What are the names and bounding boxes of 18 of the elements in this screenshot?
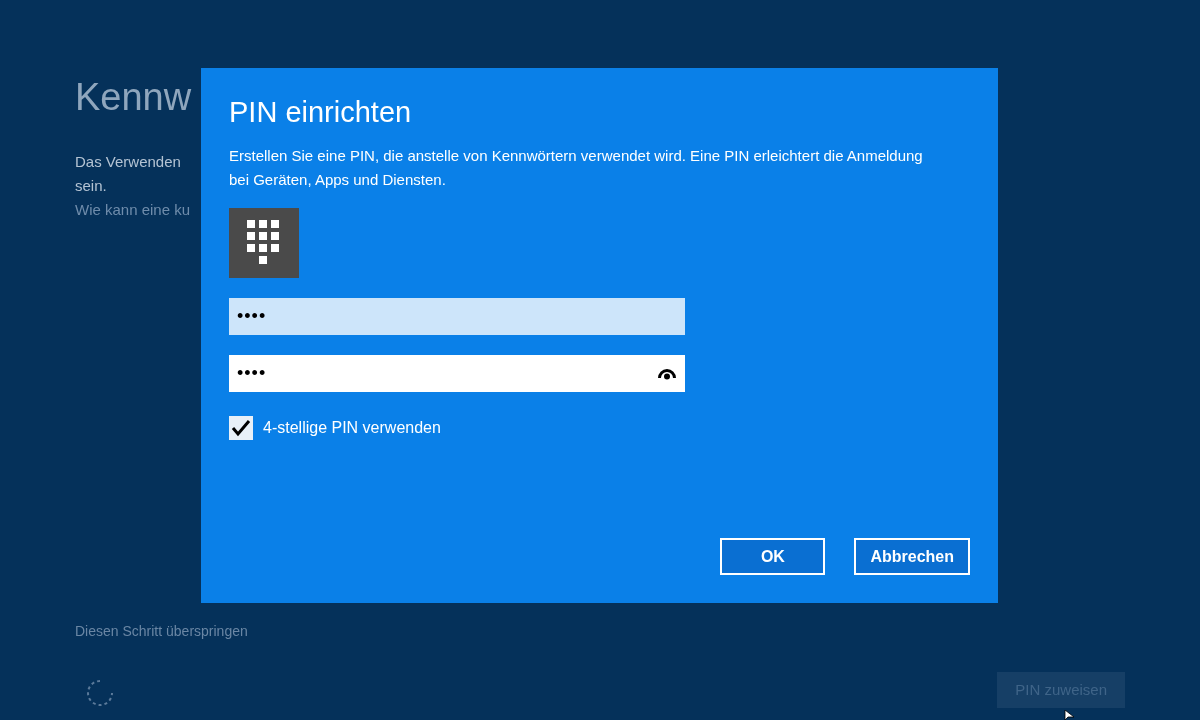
checkmark-icon <box>231 419 251 438</box>
pin-field[interactable]: •••• <box>229 355 685 393</box>
checkbox-label: 4-stellige PIN verwenden <box>263 418 441 439</box>
loading-spinner-icon <box>85 678 115 708</box>
description-text: sein. <box>75 175 107 196</box>
keypad-icon <box>229 208 299 279</box>
help-link[interactable]: Wie kann eine ku <box>75 197 191 222</box>
dialog-title: PIN einrichten <box>229 95 413 130</box>
checkbox[interactable] <box>229 416 253 441</box>
skip-link[interactable]: Diesen Schritt überspringen <box>75 621 1200 642</box>
mouse-cursor-icon <box>1064 710 1076 720</box>
ok-button[interactable]: OK <box>720 538 826 575</box>
description-text: Das Verwenden <box>75 151 181 172</box>
eye-icon[interactable] <box>657 368 677 381</box>
cancel-button[interactable]: Abbrechen <box>854 538 970 575</box>
page-title: Kennw <box>75 75 192 120</box>
dialog-description: Erstellen Sie eine PIN, die anstelle von Kennwörtern verwendet wird. Eine PIN erleichtert die Anmeldung bei Geräten, Apps und Diensten. <box>229 146 924 191</box>
pin-field[interactable]: •••• <box>229 298 685 336</box>
